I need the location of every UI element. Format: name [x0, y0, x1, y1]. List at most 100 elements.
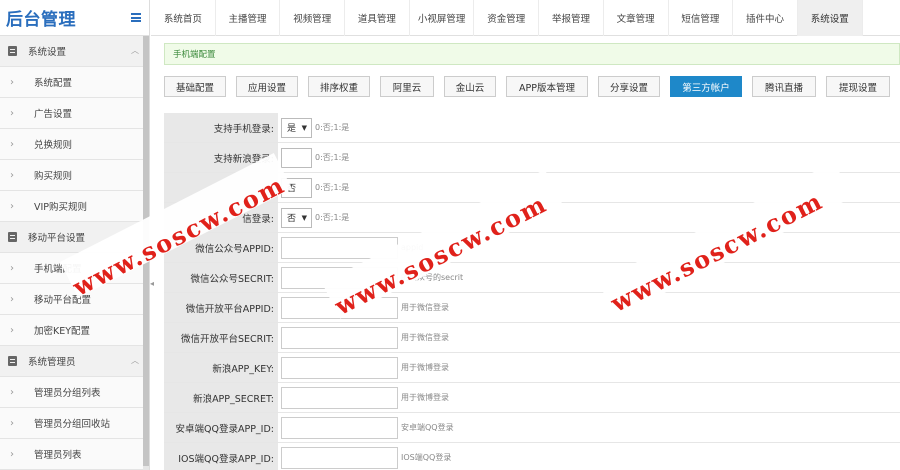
page-notice: 手机端配置 [164, 43, 900, 65]
caret-down-icon: ▼ [301, 213, 307, 222]
field-label: 微信公众号SECRIT: [164, 263, 278, 292]
sidebar-item-mobile-config[interactable]: › 手机端配置 [0, 253, 149, 284]
field-label [164, 173, 278, 202]
field-hint: 用于微信登录 [401, 303, 449, 312]
sidebar-item-admin-list[interactable]: › 管理员列表 [0, 439, 149, 470]
chevron-right-icon: › [10, 200, 14, 212]
sidebar-group-administrators[interactable]: 系统管理员 ︿ [0, 346, 149, 377]
android-qq-appid-input[interactable] [281, 416, 398, 439]
chevron-up-icon: ︿ [131, 356, 139, 365]
tab-reports[interactable]: 举报管理 [539, 0, 604, 36]
tab-plugins[interactable]: 插件中心 [733, 0, 798, 36]
field-hint: 用于微博登录 [401, 363, 449, 372]
form-row-wechat-mp-secret: 微信公众号SECRIT: 的公众号的secrit [164, 263, 900, 293]
form-row-sina-app-secret: 新浪APP_SECRET: 用于微博登录 [164, 383, 900, 413]
form-row-wechat-mp-appid: 微信公众号APPID: appid [164, 233, 900, 263]
chevron-right-icon: › [10, 169, 14, 181]
form-row-sina-login: 支持新浪登录: 0:否;1:是 [164, 143, 900, 173]
sidebar-menu: 系统设置 ︿ › 系统配置 › 广告设置 › 兑换规则 › 购买规则 › VIP… [0, 36, 149, 470]
tencent-live-button[interactable]: 腾讯直播 [752, 76, 816, 97]
withdraw-settings-button[interactable]: 提现设置 [826, 76, 890, 97]
sidebar-item-label: 手机端配置 [34, 264, 82, 275]
scrollbar-thumb[interactable] [143, 36, 149, 466]
chevron-up-icon: ︿ [131, 46, 139, 55]
top-nav: 系统首页 主播管理 视频管理 道具管理 小视屏管理 资金管理 举报管理 文章管理… [151, 0, 900, 36]
app-version-button[interactable]: APP版本管理 [506, 76, 588, 97]
aliyun-button[interactable]: 阿里云 [380, 76, 434, 97]
sidebar-item-purchase-rules[interactable]: › 购买规则 [0, 160, 149, 191]
wechat-login-select[interactable]: 否 ▼ [281, 207, 312, 228]
sina-app-key-input[interactable] [281, 356, 398, 379]
sidebar-group-system-settings[interactable]: 系统设置 ︿ [0, 36, 149, 67]
basic-config-button[interactable]: 基础配置 [164, 76, 226, 97]
sidebar-item-system-config[interactable]: › 系统配置 [0, 67, 149, 98]
tab-funds[interactable]: 资金管理 [474, 0, 540, 36]
caret-down-icon: ▼ [301, 123, 307, 132]
tab-videos[interactable]: 视频管理 [280, 0, 346, 36]
kingsoft-cloud-button[interactable]: 金山云 [444, 76, 496, 97]
select-value: 否 [287, 184, 297, 194]
sidebar-item-vip-rules[interactable]: › VIP购买规则 [0, 191, 149, 222]
wechat-mp-secret-input[interactable] [281, 266, 398, 289]
tab-props[interactable]: 道具管理 [345, 0, 410, 36]
form-row-wechat-login: 信登录: 否 ▼ 0:否;1:是 [164, 203, 900, 233]
menu-toggle-icon[interactable] [131, 13, 141, 22]
phone-login-select[interactable]: 是 ▼ [281, 117, 312, 138]
main-content: 手机端配置 基础配置 应用设置 排序权重 阿里云 金山云 APP版本管理 分享设… [158, 36, 900, 470]
tab-anchors[interactable]: 主播管理 [216, 0, 281, 36]
share-settings-button[interactable]: 分享设置 [598, 76, 660, 97]
ios-qq-appid-input[interactable] [281, 446, 398, 469]
chevron-right-icon: › [10, 262, 14, 274]
tab-home[interactable]: 系统首页 [151, 0, 216, 36]
sidebar-item-encrypt-key[interactable]: › 加密KEY配置 [0, 315, 149, 346]
select-value: 否 [287, 214, 297, 224]
field-hint: 用于微信登录 [401, 333, 449, 342]
sidebar-group-mobile-platform[interactable]: 移动平台设置 [0, 222, 149, 253]
sidebar: 后台管理 系统设置 ︿ › 系统配置 › 广告设置 › 兑换规则 › 购买规则 … [0, 0, 150, 470]
chevron-right-icon: › [10, 417, 14, 429]
sidebar-scrollbar[interactable] [143, 36, 149, 470]
brand-header: 后台管理 [0, 0, 149, 36]
settings-tab-bar: 基础配置 应用设置 排序权重 阿里云 金山云 APP版本管理 分享设置 第三方帐… [164, 76, 900, 97]
tab-system-settings[interactable]: 系统设置 [797, 0, 863, 36]
sidebar-item-ad-settings[interactable]: › 广告设置 [0, 98, 149, 129]
sidebar-collapse-icon[interactable]: ◂ [150, 278, 157, 290]
sina-login-select[interactable] [281, 147, 312, 168]
field-hint: 0:否;1:是 [315, 213, 350, 222]
sort-weight-button[interactable]: 排序权重 [308, 76, 370, 97]
wechat-mp-appid-input[interactable] [281, 236, 398, 259]
sidebar-group-label: 移动平台设置 [28, 233, 86, 244]
form-row-sina-app-key: 新浪APP_KEY: 用于微博登录 [164, 353, 900, 383]
chevron-right-icon: › [10, 386, 14, 398]
sidebar-item-exchange-rules[interactable]: › 兑换规则 [0, 129, 149, 160]
sidebar-item-label: 系统配置 [34, 78, 73, 89]
settings-form: 支持手机登录: 是 ▼ 0:否;1:是 支持新浪登录: 0:否;1:是 否 0:否;1… [164, 113, 900, 470]
sidebar-item-label: 兑换规则 [34, 140, 73, 151]
form-row-android-qq-appid: 安卓端QQ登录APP_ID: 安卓端QQ登录 [164, 413, 900, 443]
field-hint: IOS端QQ登录 [401, 453, 452, 462]
third-party-accounts-button[interactable]: 第三方帐户 [670, 76, 742, 97]
wechat-open-secret-input[interactable] [281, 326, 398, 349]
sidebar-item-label: VIP购买规则 [34, 202, 88, 213]
sidebar-group-label: 系统设置 [28, 47, 67, 58]
field-hint: appid [401, 243, 424, 252]
field-label: 新浪APP_SECRET: [164, 383, 278, 412]
sidebar-item-label: 管理员列表 [34, 450, 82, 461]
qq-login-select[interactable]: 否 [281, 177, 312, 198]
sidebar-item-mobile-platform-config[interactable]: › 移动平台配置 [0, 284, 149, 315]
field-label: 微信公众号APPID: [164, 233, 278, 262]
sidebar-item-label: 管理员分组列表 [34, 388, 101, 399]
tab-short-videos[interactable]: 小视屏管理 [410, 0, 475, 36]
sidebar-item-label: 移动平台配置 [34, 295, 92, 306]
field-hint: 安卓端QQ登录 [401, 423, 454, 432]
sina-app-secret-input[interactable] [281, 386, 398, 409]
wechat-open-appid-input[interactable] [281, 296, 398, 319]
chevron-right-icon: › [10, 76, 14, 88]
app-settings-button[interactable]: 应用设置 [236, 76, 298, 97]
chevron-right-icon: › [10, 448, 14, 460]
sidebar-item-admin-group-recycle[interactable]: › 管理员分组回收站 [0, 408, 149, 439]
tab-sms[interactable]: 短信管理 [669, 0, 734, 36]
sidebar-item-label: 广告设置 [34, 109, 73, 120]
tab-articles[interactable]: 文章管理 [604, 0, 669, 36]
sidebar-item-admin-groups[interactable]: › 管理员分组列表 [0, 377, 149, 408]
